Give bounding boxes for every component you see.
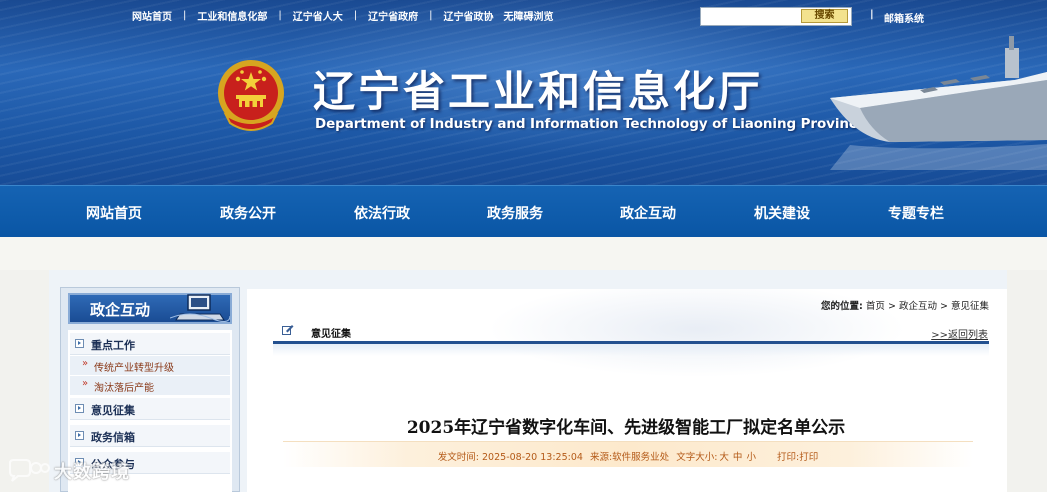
breadcrumb-separator: > xyxy=(939,301,948,312)
expand-box-icon xyxy=(75,339,84,348)
sidebar-item-opinion-collection[interactable]: 意见征集 xyxy=(70,398,230,420)
toplink-accessibility[interactable]: 无障碍浏览 xyxy=(504,8,554,23)
toplink-miit[interactable]: 工业和信息化部 xyxy=(197,8,267,23)
search-button[interactable]: 搜索 xyxy=(801,9,848,23)
header-banner: 辽宁省工业和信息化厅 Department of Industry and In… xyxy=(0,0,1047,185)
article-title: 2025年辽宁省数字化车间、先进级智能工厂拟定名单公示 xyxy=(406,418,846,438)
toplink-home[interactable]: 网站首页 xyxy=(132,8,172,23)
national-emblem-icon xyxy=(218,60,284,131)
nav-party-building[interactable]: 机关建设 xyxy=(754,203,810,223)
breadcrumb-current[interactable]: 意见征集 xyxy=(951,301,989,312)
watermark-text: 大数跨境 xyxy=(54,462,130,483)
top-links: 网站首页 | 工业和信息化部 | 辽宁省人大 | 辽宁省政府 | 辽宁省政协 无… xyxy=(132,7,554,23)
mail-separator: | xyxy=(870,9,874,20)
spacer xyxy=(0,237,1047,270)
font-size-small[interactable]: 小 xyxy=(746,452,756,463)
site-subtitle: Department of Industry and Information T… xyxy=(315,116,866,132)
print-label: 打印: xyxy=(776,452,800,463)
sidebar-title: 政企互动 xyxy=(90,301,151,319)
arrow-icon: » xyxy=(82,378,89,389)
back-to-list-link[interactable]: >>返回列表 xyxy=(931,326,988,341)
sidebar-item-mailbox[interactable]: 政务信箱 xyxy=(70,425,230,447)
nav-government-affairs[interactable]: 政务公开 xyxy=(220,203,276,223)
header-divider-shadow xyxy=(273,344,989,356)
nav-government-services[interactable]: 政务服务 xyxy=(487,203,543,223)
arrow-icon: » xyxy=(82,358,89,369)
breadcrumb-section[interactable]: 政企互动 xyxy=(899,301,937,312)
breadcrumb-prefix: 您的位置: xyxy=(821,301,863,312)
toplink-separator: | xyxy=(183,9,187,21)
nav-law-administration[interactable]: 依法行政 xyxy=(354,203,410,223)
sidebar-item-key-work[interactable]: 重点工作 xyxy=(70,333,230,355)
sidebar-subitem-eliminate-capacity[interactable]: » 淘汰落后产能 xyxy=(70,376,230,395)
mail-link[interactable]: 邮箱系统 xyxy=(884,10,924,25)
toplink-npc[interactable]: 辽宁省人大 xyxy=(293,8,343,23)
aircraft-carrier-image xyxy=(830,36,1047,170)
sidebar-subitem-label: 传统产业转型升级 xyxy=(94,363,174,374)
toplink-government[interactable]: 辽宁省政府 xyxy=(368,8,418,23)
nav-home[interactable]: 网站首页 xyxy=(86,203,142,223)
main-nav: 网站首页 政务公开 依法行政 政务服务 政企互动 机关建设 专题专栏 xyxy=(0,185,1047,237)
edit-icon xyxy=(282,325,294,335)
toplink-separator: | xyxy=(278,9,282,21)
site-title: 辽宁省工业和信息化厅 xyxy=(313,67,764,116)
breadcrumb-separator: > xyxy=(887,301,896,312)
nav-interaction[interactable]: 政企互动 xyxy=(620,203,676,223)
sidebar-item-label: 重点工作 xyxy=(91,339,135,352)
font-size-label: 文字大小: xyxy=(676,452,718,463)
article-meta: 发文时间: 2025-08-20 13:25:04 来源:软件服务业处 文字大小… xyxy=(283,449,973,463)
source-label: 来源: xyxy=(589,452,613,463)
page-background-right xyxy=(1007,270,1047,492)
font-size-medium[interactable]: 中 xyxy=(733,452,743,463)
expand-box-icon xyxy=(75,404,84,413)
publish-label: 发文时间: xyxy=(437,452,479,463)
sidebar-subitem-industry-upgrade[interactable]: » 传统产业转型升级 xyxy=(70,356,230,375)
toplink-separator: | xyxy=(353,9,358,21)
computer-icon xyxy=(170,294,230,322)
toplink-separator: | xyxy=(429,9,433,21)
nav-special-topics[interactable]: 专题专栏 xyxy=(888,203,944,223)
print-link[interactable]: 打印 xyxy=(799,452,818,463)
breadcrumb: 您的位置: 首页 > 政企互动 > 意见征集 xyxy=(821,298,989,312)
font-size-large[interactable]: 大 xyxy=(719,452,729,463)
sidebar-subitem-label: 淘汰落后产能 xyxy=(94,383,154,394)
chat-bubble-icon xyxy=(9,459,50,482)
section-label: 意见征集 xyxy=(311,329,351,340)
breadcrumb-home[interactable]: 首页 xyxy=(866,301,885,312)
toplink-cppcc[interactable]: 辽宁省政协 xyxy=(444,8,494,23)
watermark: 大数跨境 xyxy=(6,458,130,484)
sidebar-item-label: 政务信箱 xyxy=(91,431,135,444)
expand-box-icon xyxy=(75,431,84,440)
publish-time: 2025-08-20 13:25:04 xyxy=(482,452,583,463)
sidebar-item-label: 意见征集 xyxy=(91,404,135,417)
source-value: 软件服务业处 xyxy=(612,452,670,463)
